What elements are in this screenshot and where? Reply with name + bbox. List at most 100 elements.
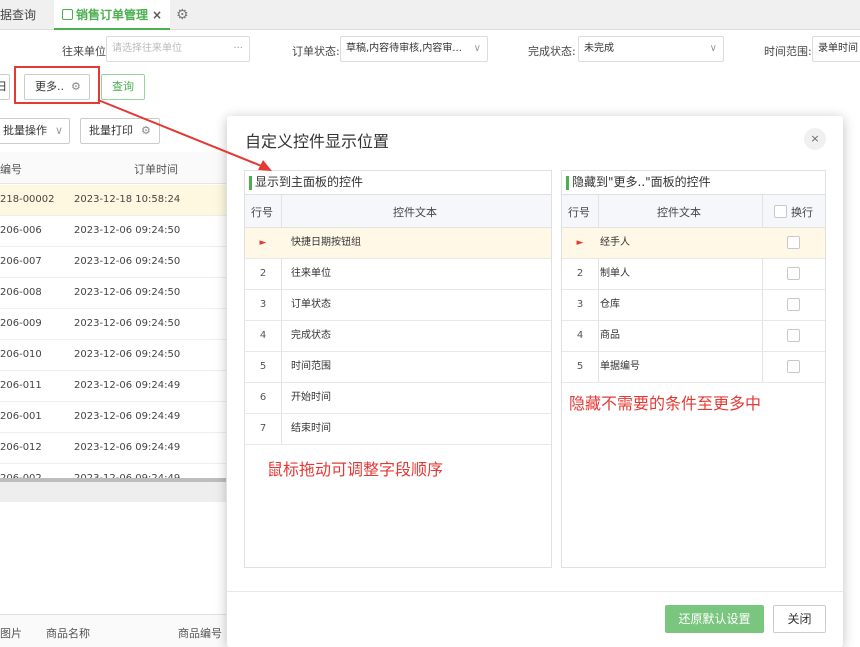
row-number: 5 <box>259 361 267 372</box>
chevron-down-icon: ∨ <box>54 124 63 137</box>
filter-row: 往来单位: 请选择往来单位 ··· 订单状态: 草稿,内容待审核,内容审... … <box>0 30 860 72</box>
col-order-time-header: 订单时间 <box>134 163 178 176</box>
col-product-code-header: 商品编号 <box>178 627 222 640</box>
col-product-name-header: 商品名称 <box>46 627 90 640</box>
order-time-cell: 2023-12-06 09:24:50 <box>74 256 181 267</box>
row-number: 2 <box>259 268 267 279</box>
control-text: 商品 <box>600 330 620 341</box>
row-number: ► <box>576 238 584 248</box>
list-item[interactable]: 6 开始时间 <box>245 383 551 414</box>
table-scrollbar[interactable] <box>0 478 226 502</box>
table-row[interactable]: 206-010 2023-12-06 09:24:50 <box>0 340 226 371</box>
table-row[interactable]: 206-011 2023-12-06 09:24:49 <box>0 371 226 402</box>
grid-header: 行号 控件文本 <box>245 195 551 228</box>
tab-sales-order-management[interactable]: 销售订单管理 × <box>54 0 170 30</box>
col-row-header: 行号 <box>568 206 590 219</box>
row-number: 3 <box>576 299 584 310</box>
order-number-cell: 206-001 <box>0 411 42 422</box>
close-button[interactable]: 关闭 <box>773 605 826 633</box>
list-item[interactable]: 5 时间范围 <box>245 352 551 383</box>
table-row[interactable]: 206-006 2023-12-06 09:24:50 <box>0 216 226 247</box>
col-number-header: 编号 <box>0 163 22 176</box>
complete-status-label: 完成状态: <box>528 45 576 58</box>
highlight-box <box>14 66 100 104</box>
col-text-header: 控件文本 <box>657 206 701 219</box>
list-item[interactable]: 3 仓库 <box>562 290 825 321</box>
order-status-label: 订单状态: <box>292 45 340 58</box>
dialog-title: 自定义控件显示位置 <box>245 132 390 151</box>
list-item[interactable]: 7 结束时间 <box>245 414 551 445</box>
wrap-checkbox[interactable] <box>787 360 800 373</box>
list-item[interactable]: 2 往来单位 <box>245 259 551 290</box>
control-text: 结束时间 <box>291 423 331 434</box>
table-header: 编号 订单时间 <box>0 152 226 184</box>
table-row[interactable]: 206-007 2023-12-06 09:24:50 <box>0 247 226 278</box>
row-number: 6 <box>259 392 267 403</box>
table-row[interactable]: 206-001 2023-12-06 09:24:49 <box>0 402 226 433</box>
time-range-select[interactable]: 录单时间 <box>812 36 860 62</box>
more-icon[interactable]: ··· <box>233 37 243 61</box>
list-item[interactable]: 4 完成状态 <box>245 321 551 352</box>
control-text: 制单人 <box>600 268 630 279</box>
list-item[interactable]: 2 制单人 <box>562 259 825 290</box>
order-number-cell: 218-00002 <box>0 194 55 205</box>
hide-hint-annotation: 隐藏不需要的条件至更多中 <box>569 394 762 413</box>
main-panel-controls: 显示到主面板的控件 行号 控件文本 ► 快捷日期按钮组 2 往来单位 3 订单状态 4 完成状… <box>244 170 552 568</box>
unit-input[interactable]: 请选择往来单位 ··· <box>106 36 250 62</box>
close-icon[interactable]: × <box>152 0 162 30</box>
table-row[interactable]: 218-00002 2023-12-18 10:58:24 <box>0 185 226 216</box>
hidden-panel-controls: 隐藏到"更多.."面板的控件 行号 控件文本 换行 ► 经手人 2 制单人 3 仓库 4 商品… <box>561 170 826 568</box>
wrap-checkbox[interactable] <box>787 329 800 342</box>
complete-status-select[interactable]: 未完成 ∨ <box>578 36 724 62</box>
control-text: 订单状态 <box>291 299 331 310</box>
panel-title: 隐藏到"更多.."面板的控件 <box>562 171 825 195</box>
row-number: 4 <box>576 330 584 341</box>
batch-print-button[interactable]: 批量打印 ⚙ <box>80 118 160 144</box>
drag-hint-annotation: 鼠标拖动可调整字段顺序 <box>267 460 444 479</box>
tab-data-query[interactable]: 据查询 <box>0 0 48 30</box>
control-text: 时间范围 <box>291 361 331 372</box>
table-row[interactable]: 206-012 2023-12-06 09:24:49 <box>0 433 226 464</box>
wrap-checkbox[interactable] <box>787 298 800 311</box>
list-item[interactable]: ► 快捷日期按钮组 <box>245 228 551 259</box>
col-row-header: 行号 <box>251 206 273 219</box>
row-number: 5 <box>576 361 584 372</box>
order-status-select[interactable]: 草稿,内容待审核,内容审... ∨ <box>340 36 488 62</box>
restore-default-button[interactable]: 还原默认设置 <box>665 605 764 633</box>
close-icon[interactable]: × <box>804 128 826 150</box>
wrap-all-checkbox[interactable] <box>774 205 787 218</box>
list-item[interactable]: 3 订单状态 <box>245 290 551 321</box>
title-accent-bar <box>249 176 252 190</box>
order-time-cell: 2023-12-06 09:24:49 <box>74 411 181 422</box>
table-row[interactable]: 206-008 2023-12-06 09:24:50 <box>0 278 226 309</box>
quick-date-button[interactable]: 日 <box>0 74 10 100</box>
row-number: ► <box>259 238 267 248</box>
gear-icon[interactable]: ⚙ <box>176 0 189 30</box>
order-number-cell: 206-008 <box>0 287 42 298</box>
unit-label: 往来单位: <box>62 45 110 58</box>
control-text: 经手人 <box>600 237 630 248</box>
chevron-down-icon: ∨ <box>473 43 481 54</box>
order-time-cell: 2023-12-06 09:24:50 <box>74 287 181 298</box>
tab-label: 销售订单管理 <box>76 8 149 22</box>
wrap-checkbox[interactable] <box>787 236 800 249</box>
document-icon <box>62 9 73 20</box>
table-row[interactable]: 206-009 2023-12-06 09:24:50 <box>0 309 226 340</box>
control-text: 完成状态 <box>291 330 331 341</box>
order-time-cell: 2023-12-06 09:24:50 <box>74 318 181 329</box>
order-number-cell: 206-011 <box>0 380 42 391</box>
wrap-checkbox[interactable] <box>787 267 800 280</box>
query-button[interactable]: 查询 <box>101 74 145 100</box>
order-time-cell: 2023-12-06 09:24:49 <box>74 442 181 453</box>
printer-settings-icon: ⚙ <box>141 124 151 137</box>
list-item[interactable]: 4 商品 <box>562 321 825 352</box>
list-item[interactable]: 5 单据编号 <box>562 352 825 383</box>
chevron-down-icon: ∨ <box>709 43 717 54</box>
control-text: 仓库 <box>600 299 620 310</box>
control-text: 单据编号 <box>600 361 640 372</box>
batch-operation-button[interactable]: 批量操作 ∨ <box>0 118 70 144</box>
col-image-header: 图片 <box>0 627 22 640</box>
order-number-cell: 206-007 <box>0 256 42 267</box>
col-text-header: 控件文本 <box>393 206 437 219</box>
list-item[interactable]: ► 经手人 <box>562 228 825 259</box>
